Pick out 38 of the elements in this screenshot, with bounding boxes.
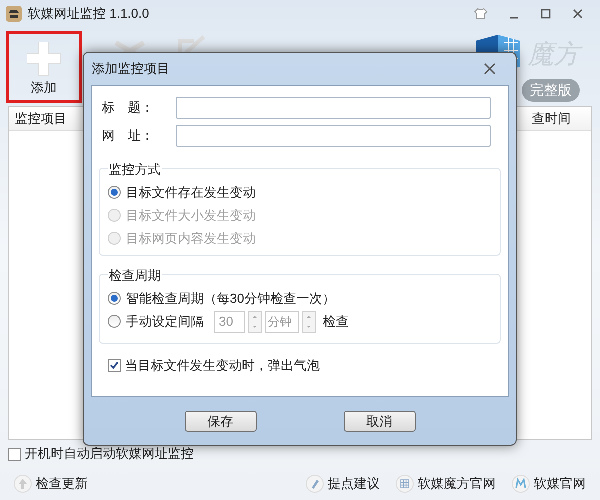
radio-button[interactable]: [108, 315, 121, 328]
radio-label: 目标网页内容发生变动: [126, 230, 256, 248]
radio-label: 目标文件存在发生变动: [126, 184, 256, 202]
update-link[interactable]: 检查更新: [36, 474, 88, 494]
checkbox[interactable]: [8, 448, 21, 460]
edition-badge: 完整版: [522, 79, 580, 102]
save-button[interactable]: 保存: [184, 410, 256, 432]
field-label: 网 址：: [101, 127, 155, 146]
radio-label: 手动设定间隔: [126, 312, 204, 331]
shirt-icon[interactable]: [474, 8, 488, 20]
maximize-icon[interactable]: [540, 8, 552, 20]
add-button[interactable]: 添加: [6, 31, 82, 103]
dialog-title: 添加监控项目: [92, 60, 170, 78]
m-logo-icon: [512, 475, 530, 493]
app-logo-icon: [6, 6, 22, 22]
radio-label: 智能检查周期（每30分钟检查一次）: [126, 290, 336, 308]
cancel-button[interactable]: 取消: [344, 410, 416, 432]
suffix-label: 检查: [323, 312, 349, 331]
checkbox[interactable]: [108, 359, 121, 372]
column-header[interactable]: 监控项目: [9, 108, 73, 128]
radio-label: 目标文件大小发生变动: [126, 206, 256, 225]
field-label: 标 题：: [101, 99, 155, 118]
pen-icon: [306, 475, 324, 493]
footer-link[interactable]: 软媒魔方官网: [418, 474, 496, 494]
radio-button[interactable]: [108, 292, 121, 305]
footer-link[interactable]: 软媒官网: [534, 474, 586, 494]
text-field[interactable]: [176, 125, 491, 147]
close-icon[interactable]: [484, 63, 496, 75]
text-field[interactable]: [176, 97, 491, 119]
checkbox-label: 当目标文件发生变动时，弹出气泡: [125, 357, 320, 375]
radio-button[interactable]: [108, 186, 121, 199]
footer-link[interactable]: 提点建议: [328, 474, 380, 494]
close-icon[interactable]: [572, 8, 584, 20]
checkbox-label: 开机时自动启动软媒网址监控: [25, 445, 194, 464]
window-title: 软媒网址监控 1.1.0.0: [28, 5, 150, 24]
grid-icon: [396, 475, 414, 493]
column-header[interactable]: 查时间: [532, 108, 591, 128]
plus-icon: [27, 42, 61, 76]
